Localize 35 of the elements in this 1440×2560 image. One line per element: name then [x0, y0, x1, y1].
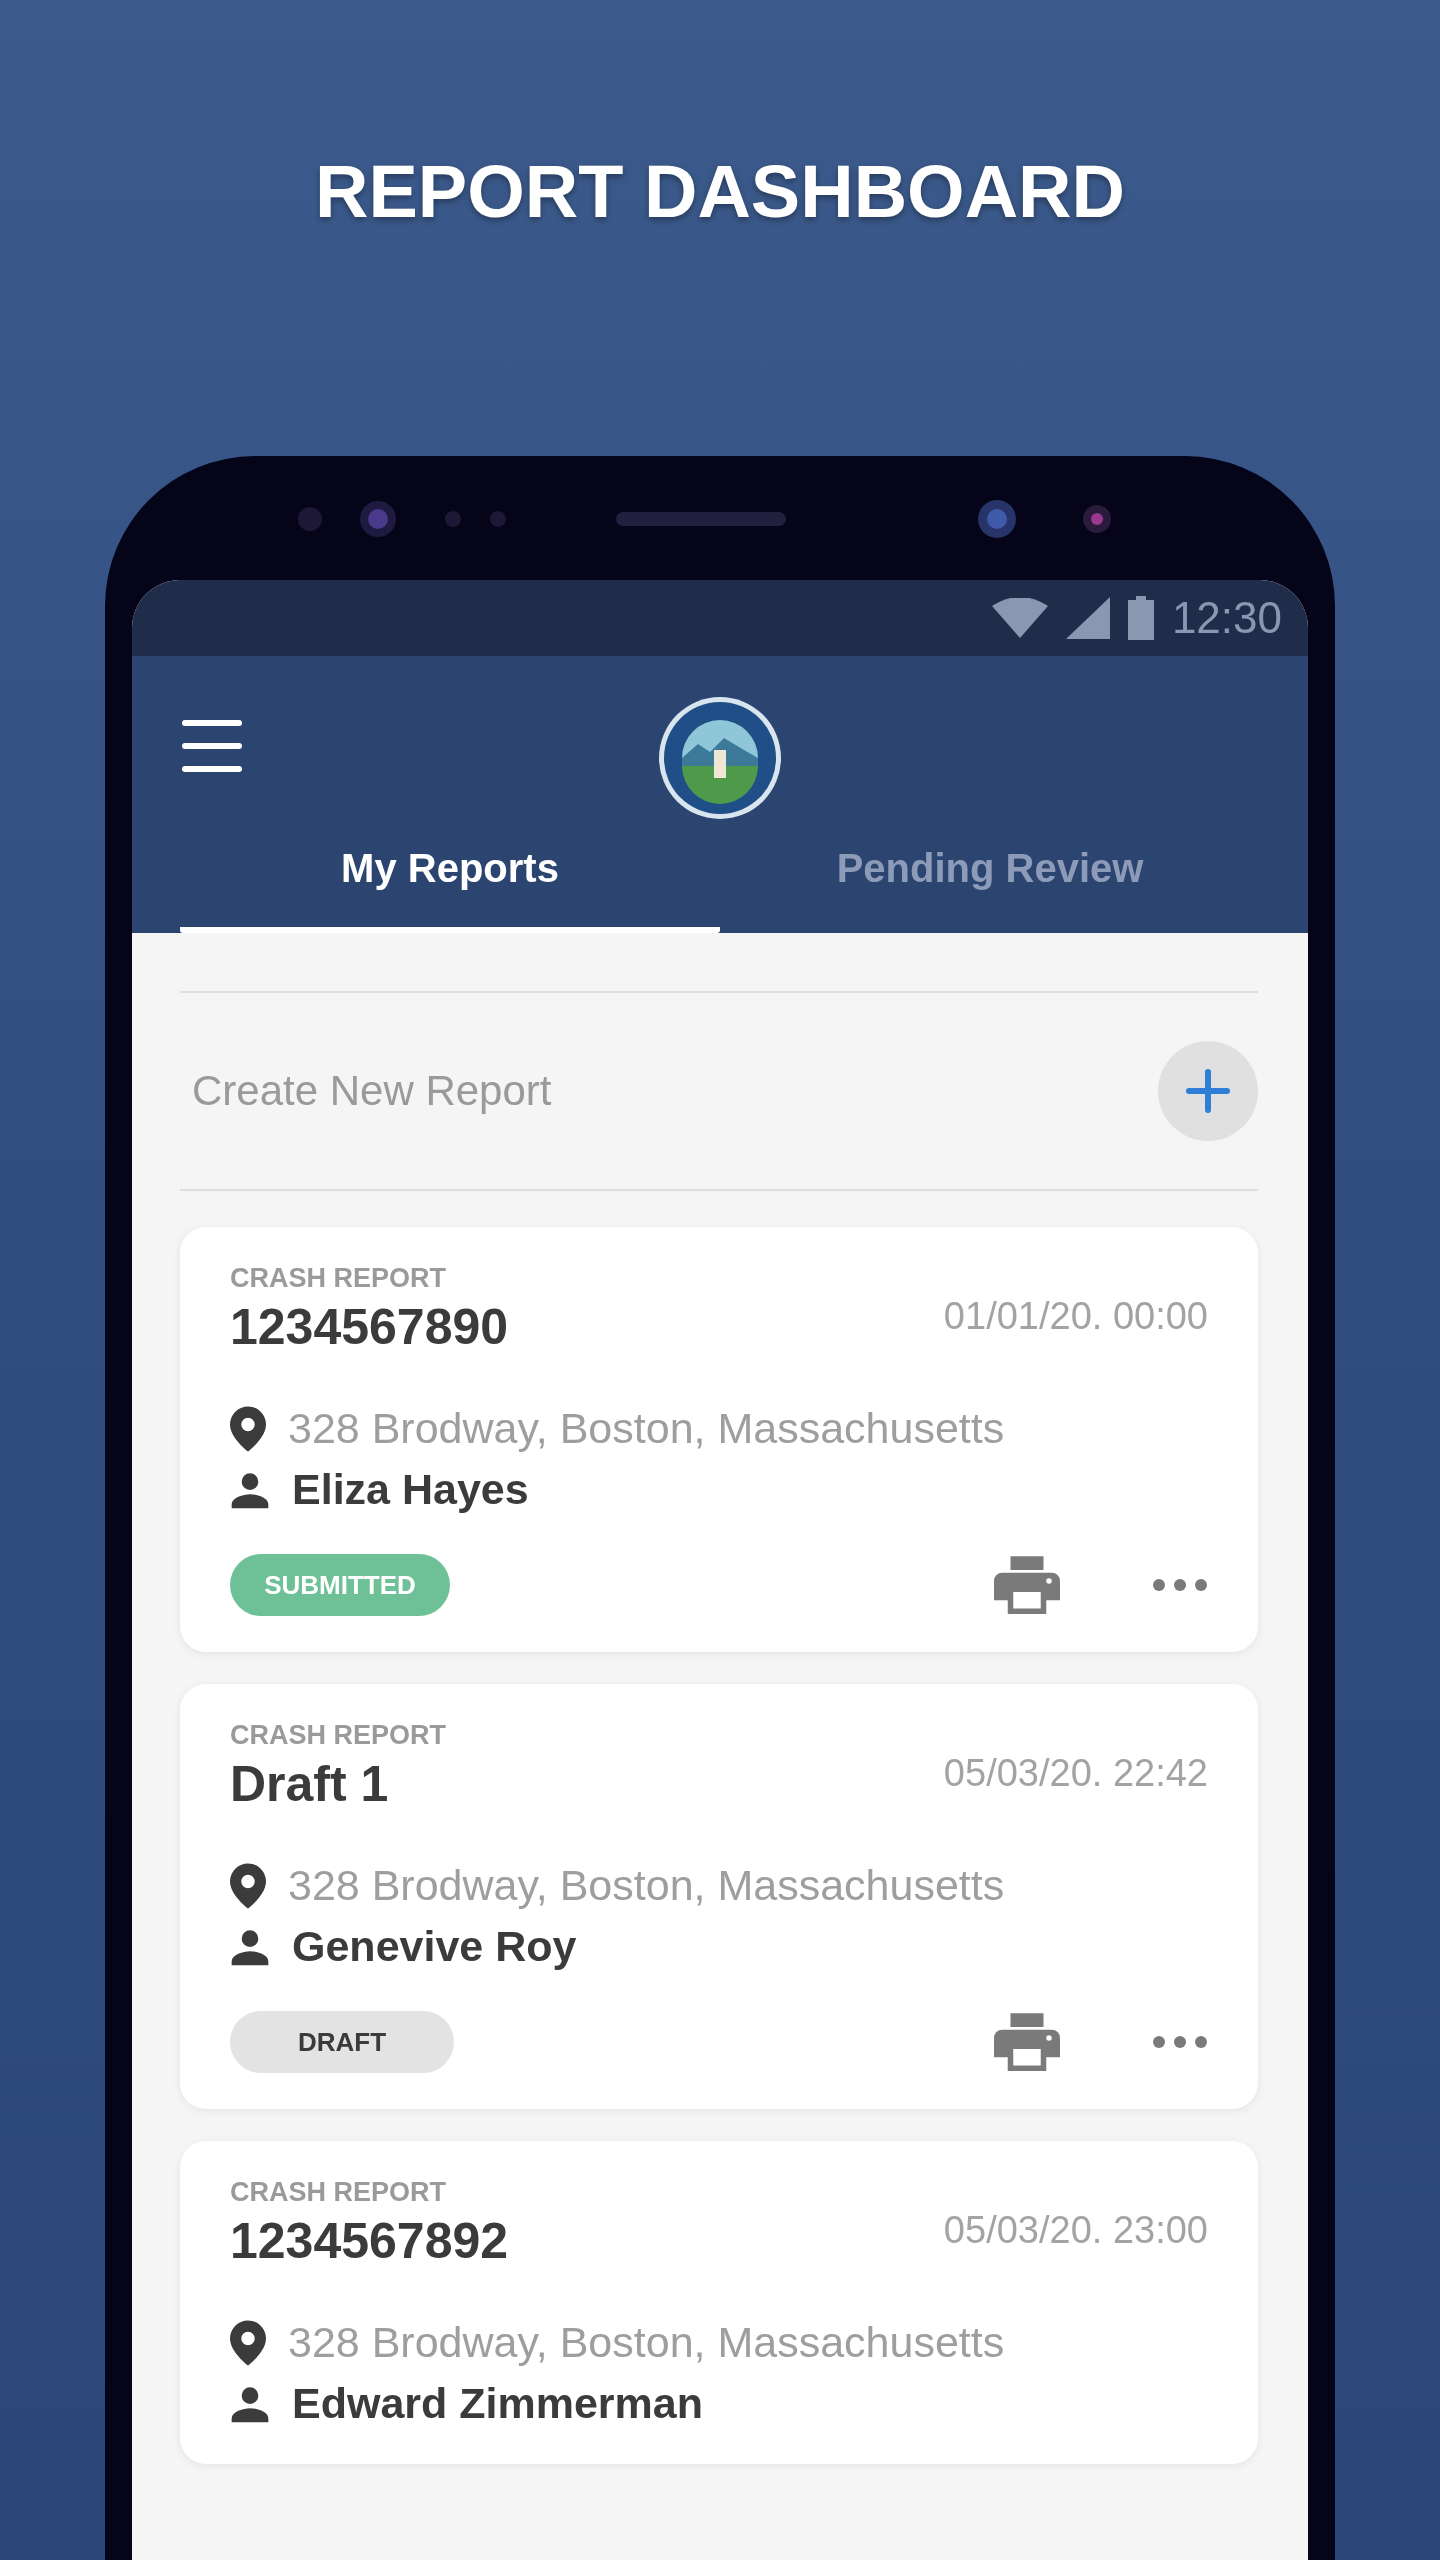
report-person: Genevive Roy — [292, 1922, 577, 1971]
report-card[interactable]: CRASH REPORT 1234567892 05/03/20. 23:00 328 Brodway, Boston, Massachusetts Edward Zimmerman — [180, 2141, 1258, 2464]
report-date: 05/03/20. 23:00 — [943, 2209, 1208, 2252]
report-category: CRASH REPORT — [230, 2177, 447, 2208]
status-time: 12:30 — [1171, 593, 1282, 643]
location-pin-icon — [230, 2319, 266, 2366]
more-options-icon[interactable] — [1152, 1578, 1208, 1592]
status-badge: DRAFT — [230, 2011, 454, 2073]
report-category: CRASH REPORT — [230, 1263, 447, 1294]
print-icon[interactable] — [994, 1556, 1060, 1614]
status-badge: SUBMITTED — [230, 1554, 450, 1616]
report-card[interactable]: CRASH REPORT Draft 1 05/03/20. 22:42 328 Brodway, Boston, Massachusetts Genevive Roy DRAFT — [180, 1684, 1258, 2109]
report-person: Eliza Hayes — [292, 1465, 529, 1514]
report-address: 328 Brodway, Boston, Massachusetts — [288, 1404, 1005, 1453]
page-title: REPORT DASHBOARD — [315, 150, 1125, 234]
report-number: Draft 1 — [230, 1755, 390, 1813]
report-category: CRASH REPORT — [230, 1720, 446, 1751]
more-options-icon[interactable] — [1152, 2035, 1208, 2049]
report-card[interactable]: CRASH REPORT 1234567890 01/01/20. 00:00 328 Brodway, Boston, Massachusetts Eliza Hayes SUBMITTED — [180, 1227, 1258, 1652]
report-number: 1234567892 — [230, 2212, 509, 2270]
report-address: 328 Brodway, Boston, Massachusetts — [288, 1861, 1005, 1910]
menu-icon[interactable] — [182, 720, 242, 772]
location-pin-icon — [230, 1862, 266, 1909]
battery-icon — [1127, 596, 1154, 640]
tab[interactable]: My Reports — [180, 836, 720, 933]
report-address: 328 Brodway, Boston, Massachusetts — [288, 2318, 1005, 2367]
report-person: Edward Zimmerman — [292, 2379, 703, 2428]
report-number: 1234567890 — [230, 1298, 509, 1356]
wifi-icon — [991, 598, 1048, 638]
report-date: 05/03/20. 22:42 — [943, 1752, 1208, 1795]
print-icon[interactable] — [994, 2013, 1060, 2071]
location-pin-icon — [230, 1405, 266, 1452]
signal-icon — [1065, 597, 1110, 639]
plus-icon — [1186, 1069, 1230, 1113]
report-date: 01/01/20. 00:00 — [943, 1295, 1208, 1338]
